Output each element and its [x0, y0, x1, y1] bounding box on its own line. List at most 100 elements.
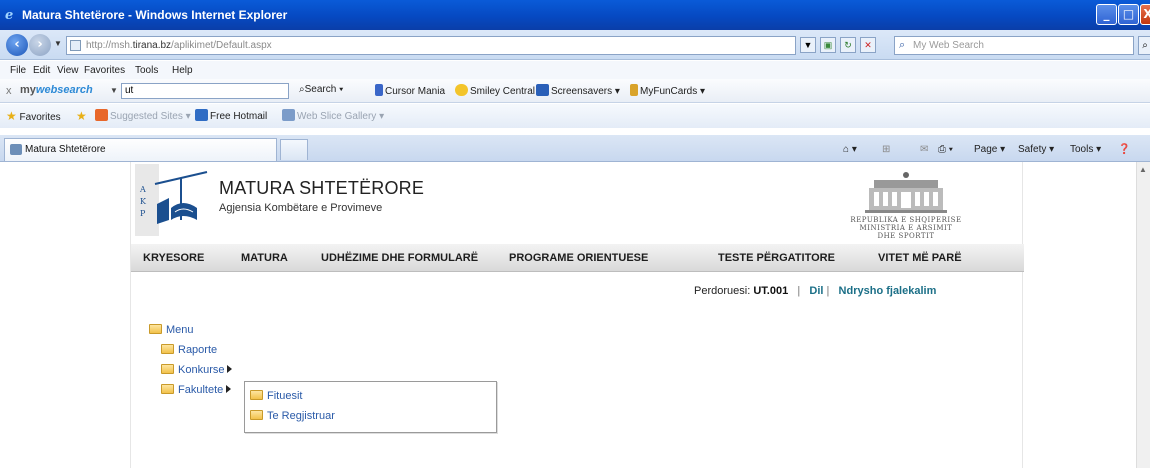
nav-matura[interactable]: MATURA	[241, 252, 288, 264]
search-go-icon[interactable]: ⌕	[1138, 36, 1150, 55]
feeds-icon[interactable]: ⊞	[882, 144, 890, 155]
menu-help[interactable]: Help	[172, 65, 193, 76]
free-hotmail-link[interactable]: Free Hotmail	[195, 109, 267, 122]
menu-view[interactable]: View	[57, 65, 79, 76]
akp-logo: A K P	[135, 164, 215, 236]
address-input[interactable]: http://msh.tirana.bz/aplikimet/Default.a…	[66, 36, 796, 55]
site-subtitle: Agjensia Kombëtare e Provimeve	[219, 202, 383, 214]
favorites-bar: ★ Favorites ★ Suggested Sites ▾ Free Hot…	[0, 104, 1150, 128]
menu-bar: File Edit View Favorites Tools Help	[0, 61, 1150, 79]
vertical-scrollbar[interactable]: ▲	[1136, 162, 1150, 468]
nav-udhezime[interactable]: UDHËZIME DHE FORMULARË	[321, 252, 478, 264]
menu-tools[interactable]: Tools	[135, 65, 158, 76]
svg-text:P: P	[140, 209, 146, 218]
nav-programe[interactable]: PROGRAME ORIENTUESE	[509, 252, 648, 264]
smiley-central-button[interactable]: Smiley Central	[455, 84, 535, 97]
tab-matura[interactable]: Matura Shtetërore	[4, 138, 277, 161]
favorites-button[interactable]: ★ Favorites	[6, 109, 61, 123]
mail-icon[interactable]: ✉	[920, 144, 928, 155]
address-dropdown-icon[interactable]: ▼	[800, 37, 816, 53]
tab-row: Matura Shtetërore ⌂ ▾ ⊞ ✉ ⎙ ▾ Page ▾ Saf…	[0, 135, 1150, 162]
menu-edit[interactable]: Edit	[33, 65, 50, 76]
suggested-sites-link[interactable]: Suggested Sites ▾	[95, 109, 191, 122]
site-canvas: A K P MATURA SHTETËRORE Agjensia Kombëta…	[130, 162, 1024, 468]
web-slice-gallery-link[interactable]: Web Slice Gallery ▾	[282, 109, 384, 122]
logout-link[interactable]: Dil	[809, 285, 823, 297]
brand-dropdown-icon[interactable]: ▼	[110, 86, 118, 95]
back-button[interactable]: ‹	[6, 34, 28, 56]
ministry-logo: REPUBLIKA E SHQIPERISE MINISTRIA E ARSIM…	[841, 170, 971, 240]
help-icon[interactable]: ❓	[1118, 144, 1130, 155]
compatibility-view-icon[interactable]: ▣	[820, 37, 836, 53]
history-dropdown-icon[interactable]: ▼	[54, 39, 62, 48]
cursor-mania-button[interactable]: Cursor Mania	[375, 84, 445, 97]
menu-root[interactable]: Menu	[149, 324, 194, 336]
tab-title: Matura Shtetërore	[25, 144, 106, 155]
submenu-item-fituesit[interactable]: Fituesit	[250, 390, 302, 402]
ie-page-icon	[282, 109, 295, 121]
search-input[interactable]: ⌕ My Web Search	[894, 36, 1134, 55]
svg-text:A: A	[139, 185, 146, 194]
tools-menu[interactable]: Tools ▾	[1070, 144, 1101, 155]
star-icon: ★	[6, 109, 17, 123]
address-bar-row: ‹ › ▼ http://msh.tirana.bz/aplikimet/Def…	[0, 30, 1150, 60]
folder-icon	[250, 410, 263, 420]
ministry-text: REPUBLIKA E SHQIPERISE MINISTRIA E ARSIM…	[850, 216, 962, 240]
search-placeholder: My Web Search	[913, 40, 984, 51]
menu-item-konkurse[interactable]: Konkurse	[161, 364, 233, 376]
maximize-button[interactable]: □	[1118, 4, 1139, 25]
toolbar-close-icon[interactable]: x	[6, 85, 12, 97]
change-password-link[interactable]: Ndrysho fjalekalim	[839, 285, 937, 297]
ministry-building-icon	[865, 172, 947, 213]
stop-icon[interactable]: ✕	[860, 37, 876, 53]
new-tab-button[interactable]	[280, 139, 308, 160]
suggested-sites-icon	[95, 109, 108, 121]
menu-item-raporte[interactable]: Raporte	[161, 344, 217, 356]
mywebsearch-input[interactable]: ut	[121, 83, 289, 99]
submenu-arrow-icon	[226, 385, 232, 393]
myfuncards-button[interactable]: MyFunCards ▾	[630, 84, 705, 97]
folder-icon	[161, 344, 174, 354]
fakultete-submenu: Fituesit Te Regjistruar	[244, 381, 497, 433]
site-favicon-icon	[10, 144, 22, 155]
add-favorites-icon[interactable]: ★	[76, 109, 87, 123]
scroll-up-icon[interactable]: ▲	[1139, 165, 1147, 174]
cursor-icon	[375, 84, 383, 96]
mywebsearch-search-button[interactable]: ⌕Search ▾	[299, 84, 343, 95]
site-title: MATURA SHTETËRORE	[219, 178, 425, 198]
page-icon	[70, 40, 81, 51]
minimize-button[interactable]: _	[1096, 4, 1117, 25]
mywebsearch-brand: mywebsearch	[20, 84, 93, 96]
submenu-arrow-icon	[227, 365, 233, 373]
menu-file[interactable]: File	[10, 65, 26, 76]
svg-text:K: K	[140, 197, 147, 206]
screensavers-button[interactable]: Screensavers ▾	[536, 84, 620, 97]
address-url: http://msh.tirana.bz/aplikimet/Default.a…	[86, 40, 272, 51]
nav-kryesore[interactable]: KRYESORE	[143, 252, 204, 264]
cards-icon	[630, 84, 638, 96]
refresh-icon[interactable]: ↻	[840, 37, 856, 53]
submenu-item-te-regjistruar[interactable]: Te Regjistruar	[250, 410, 335, 422]
ie-page-icon	[195, 109, 208, 121]
user-id: UT.001	[753, 285, 789, 297]
page-menu[interactable]: Page ▾	[974, 144, 1005, 155]
menu-favorites[interactable]: Favorites	[84, 65, 125, 76]
close-button[interactable]: X	[1140, 4, 1150, 25]
ie-logo-icon: e	[5, 8, 14, 23]
monitor-icon	[536, 84, 549, 96]
site-nav: KRYESORE MATURA UDHËZIME DHE FORMULARË P…	[131, 244, 1024, 272]
nav-vitet[interactable]: VITET MË PARË	[878, 252, 962, 264]
page-content: A K P MATURA SHTETËRORE Agjensia Kombëta…	[0, 162, 1150, 468]
mywebsearch-toolbar: x mywebsearch ▼ ut ⌕Search ▾ Cursor Mani…	[0, 79, 1150, 103]
folder-icon	[161, 364, 174, 374]
user-info: Perdoruesi: UT.001 | Dil | Ndrysho fjale…	[694, 285, 937, 297]
safety-menu[interactable]: Safety ▾	[1018, 144, 1054, 155]
forward-button[interactable]: ›	[29, 34, 51, 56]
smiley-icon	[455, 84, 468, 96]
menu-item-fakultete[interactable]: Fakultete	[161, 384, 232, 396]
nav-teste[interactable]: TESTE PËRGATITORE	[718, 252, 835, 264]
window-title-bar: e Matura Shtetërore - Windows Internet E…	[0, 0, 1150, 30]
home-icon[interactable]: ⌂ ▾	[843, 144, 857, 155]
folder-icon	[161, 384, 174, 394]
print-icon[interactable]: ⎙ ▾	[938, 144, 953, 155]
